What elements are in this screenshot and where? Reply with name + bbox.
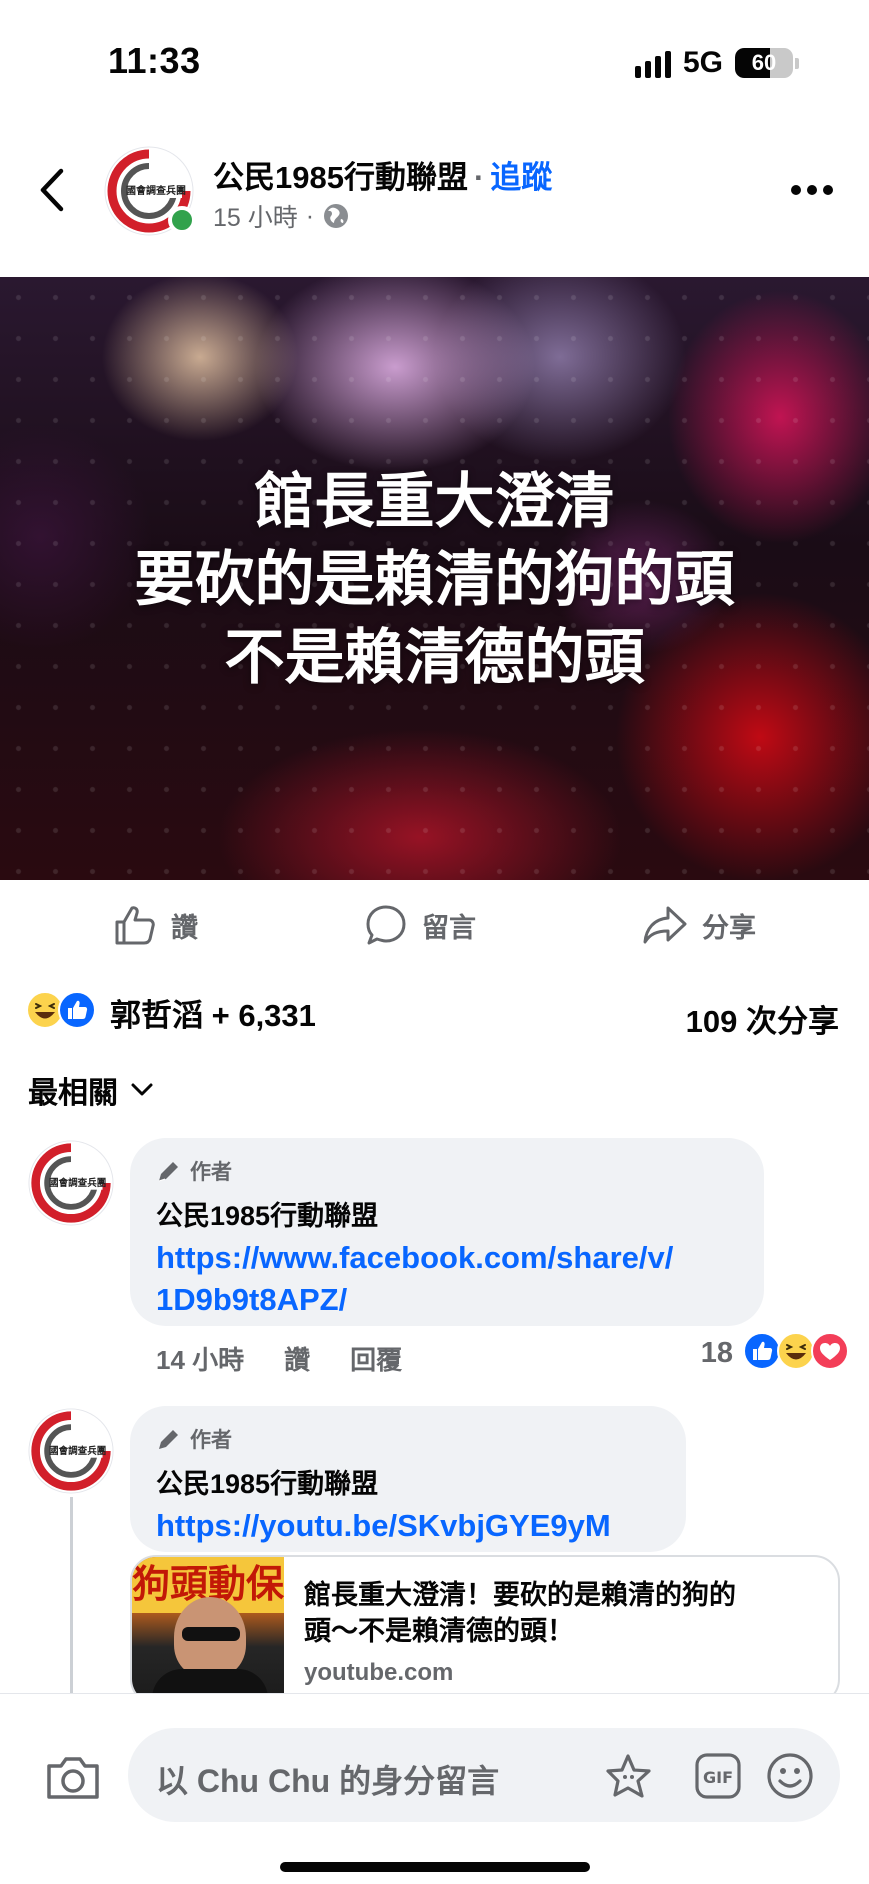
post-action-bar: 讚 留言 分享 [0,895,869,955]
post-image[interactable]: 館長重大澄清 要砍的是賴清的狗的頭 不是賴清德的頭 [0,277,869,880]
post-meta: 15 小時 · [213,198,350,234]
avatar-logo-text: 國會調查兵團 [126,184,186,197]
comment-reaction-icons [743,1332,849,1375]
author-badge-label: 作者 [190,1161,232,1184]
emoji-icon [767,1753,813,1799]
thumbs-up-icon [115,906,155,945]
preview-title: 館長重大澄清！要砍的是賴清的狗的 頭～不是賴清德的頭！ [304,1577,814,1649]
comment-like-button[interactable]: 讚 [284,1340,310,1377]
comment-input[interactable]: 以 Chu Chu 的身分留言 GIF [128,1728,840,1822]
image-line-3: 不是賴清德的頭 [224,624,645,691]
gif-button[interactable]: GIF [692,1750,744,1802]
like-label: 讚 [171,912,198,943]
like-icon [743,1332,781,1375]
love-icon [811,1332,849,1375]
comment-avatar[interactable]: 國會調查兵團 [28,1140,114,1226]
page-name[interactable]: 公民1985行動聯盟 [213,160,468,195]
thumbnail-sunglasses [182,1627,240,1641]
avatar-logo-text: 國會調查兵團 [49,1445,106,1457]
camera-button[interactable] [44,1754,104,1804]
haha-icon [777,1332,815,1375]
pencil-icon [158,1162,178,1182]
meta-separator: · [305,201,315,230]
chevron-left-icon [40,168,64,212]
comment-label: 留言 [422,912,476,943]
comment-sort-dropdown[interactable]: 最相關 [28,1068,154,1112]
network-type: 5G [682,46,723,79]
preview-title-line-1: 館長重大澄清！要砍的是賴清的狗的 [304,1580,736,1610]
post-time[interactable]: 15 小時 [213,198,298,234]
post-image-text: 館長重大澄清 要砍的是賴清的狗的頭 不是賴清德的頭 [0,463,869,697]
avatar-logo-text: 國會調查兵團 [49,1177,106,1189]
comment-reaction-count: 18 [700,1337,733,1369]
author-badge-label: 作者 [190,1429,232,1452]
video-thumbnail: 狗頭動保 [132,1557,284,1703]
home-indicator[interactable] [280,1862,590,1872]
image-line-1: 館長重大澄清 [254,468,615,535]
comment-time: 14 小時 [156,1345,245,1375]
avatar-sticker-button[interactable] [604,1750,656,1802]
author-badge: 作者 [156,1424,662,1454]
pencil-icon [159,1430,178,1449]
image-line-2: 要砍的是賴清的狗的頭 [134,546,735,613]
like-button[interactable]: 讚 [113,903,198,947]
reactions-summary[interactable]: 郭哲滔 + 6,331 [26,990,316,1035]
comment-input-placeholder: 以 Chu Chu 的身分留言 [156,1763,500,1799]
page-logo: 國會調查兵團 [28,1408,114,1494]
battery-percent: 60 [751,50,777,75]
reaction-icons [26,991,96,1034]
comment-link[interactable]: https://www.facebook.com/share/v/ 1D9b9t… [156,1237,740,1321]
preview-domain: youtube.com [304,1659,454,1686]
comment-link-line-2: 1D9b9t8APZ/ [156,1282,348,1317]
globe-icon [324,204,349,228]
signal-icon [634,48,671,78]
avatar-sticker-icon [606,1754,651,1798]
comment-meta: 14 小時 讚 回覆 [156,1340,402,1377]
comment-bubble[interactable]: 作者 公民1985行動聯盟 https://youtu.be/SKvbjGYE9… [130,1406,686,1552]
gif-icon: GIF [695,1753,741,1799]
comment-author-name[interactable]: 公民1985行動聯盟 [156,1462,662,1501]
share-arrow-icon [643,906,687,944]
preview-title-line-2: 頭～不是賴清德的頭！ [304,1616,574,1646]
emoji-button[interactable] [764,1750,816,1802]
comment-bubble-icon [366,905,406,945]
status-time: 11:33 [108,40,201,81]
back-button[interactable] [30,160,74,220]
page-logo: 國會調查兵團 [28,1140,114,1226]
battery-cap [795,57,799,69]
more-horizontal-icon [791,185,833,195]
shares-count[interactable]: 109 次分享 [686,996,839,1041]
link-preview-card[interactable]: 狗頭動保 館長重大澄清！要砍的是賴清的狗的 頭～不是賴清德的頭！ youtube… [130,1555,840,1705]
camera-icon [47,1757,99,1799]
comment-bubble[interactable]: 作者 公民1985行動聯盟 https://www.facebook.com/s… [130,1138,764,1326]
page-title-row: 公民1985行動聯盟 · 追蹤 [213,152,552,197]
sort-label: 最相關 [28,1077,118,1110]
comment-reactions[interactable]: 18 [701,1332,849,1375]
like-icon [58,991,96,1034]
status-indicators: 5G 60 [634,46,799,80]
comment-composer: 以 Chu Chu 的身分留言 GIF [0,1693,869,1884]
share-label: 分享 [702,912,756,943]
comment-link-line-1: https://youtu.be/SKvbjGYE9yM [156,1508,611,1543]
comment-reply-button[interactable]: 回覆 [350,1340,402,1377]
reaction-count-text: 郭哲滔 + 6,331 [110,998,316,1033]
comment-author-name[interactable]: 公民1985行動聯盟 [156,1194,740,1233]
gif-label: GIF [703,1768,733,1787]
comment-link[interactable]: https://youtu.be/SKvbjGYE9yM [156,1505,662,1547]
follow-button[interactable]: 追蹤 [490,160,552,195]
thread-line [70,1497,73,1697]
online-status-dot [168,206,196,234]
chevron-down-icon [131,1083,153,1096]
author-badge: 作者 [156,1156,740,1186]
title-separator: · [473,160,485,195]
comment-avatar[interactable]: 國會調查兵團 [28,1408,114,1494]
share-button[interactable]: 分享 [642,903,756,947]
battery-icon: 60 [735,48,793,78]
more-options-button[interactable] [785,170,839,210]
comment-button[interactable]: 留言 [364,903,476,947]
comment-link-line-1: https://www.facebook.com/share/v/ [156,1240,674,1275]
